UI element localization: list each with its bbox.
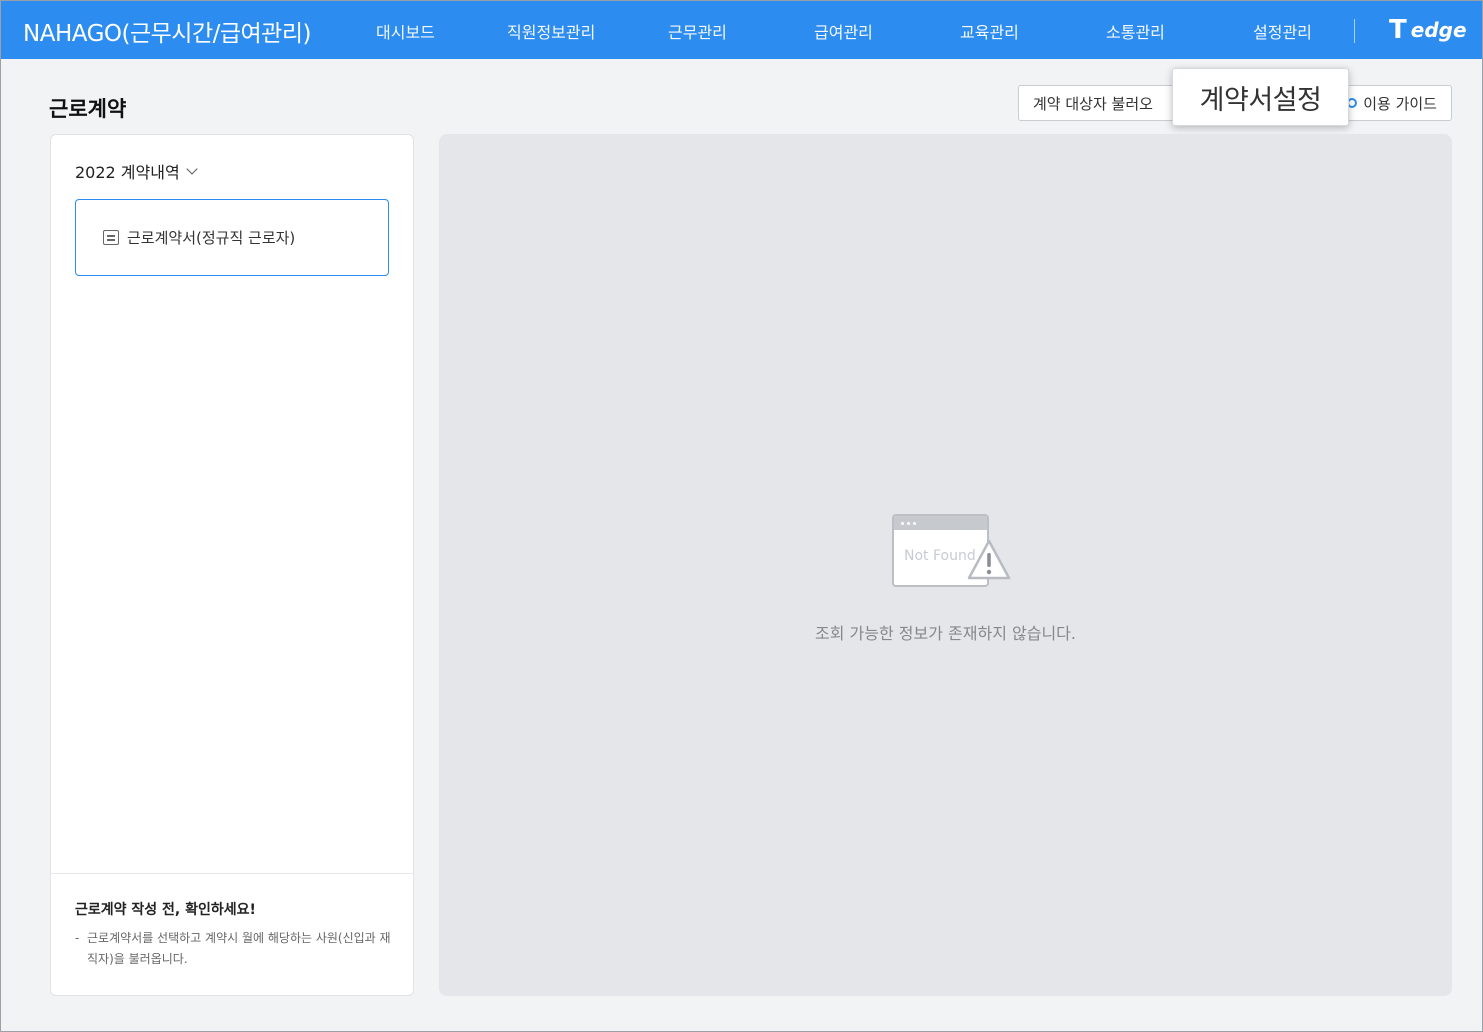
partner-logo[interactable]: T edge xyxy=(1389,15,1467,45)
not-found-icon: Not Found xyxy=(892,514,1012,589)
contract-settings-popup[interactable]: 계약서설정 xyxy=(1172,68,1349,126)
divider xyxy=(51,873,413,874)
nav-dashboard[interactable]: 대시보드 xyxy=(376,19,435,43)
year-select[interactable]: 2022 계약내역 xyxy=(75,159,198,183)
year-select-label: 2022 계약내역 xyxy=(75,163,180,182)
partner-logo-text: edge xyxy=(1410,18,1467,42)
contract-item-label: 근로계약서(정규직 근로자) xyxy=(127,229,296,247)
tip-body-text: 근로계약서를 선택하고 계약시 월에 해당하는 사원(신입과 재직자)을 불러옵… xyxy=(87,931,391,966)
nav-education[interactable]: 교육관리 xyxy=(960,19,1019,43)
document-icon xyxy=(103,230,119,245)
t-logo-icon: T xyxy=(1389,15,1407,45)
not-found-label: Not Found xyxy=(904,548,976,564)
contract-detail-panel: Not Found 조회 가능한 정보가 존재하지 않습니다. xyxy=(439,134,1452,996)
user-guide-label: 이용 가이드 xyxy=(1363,94,1437,113)
nav-settings[interactable]: 설정관리 xyxy=(1253,19,1312,43)
load-contract-targets-button[interactable]: 계약 대상자 불러오 xyxy=(1018,85,1188,121)
contract-list-panel: 2022 계약내역 근로계약서(정규직 근로자) 근로계약 작성 전, 확인하세… xyxy=(50,134,414,996)
nav-payroll[interactable]: 급여관리 xyxy=(814,19,873,43)
nav-communication[interactable]: 소통관리 xyxy=(1106,19,1165,43)
tip-dash: - xyxy=(75,931,80,945)
nav-divider xyxy=(1354,19,1355,43)
top-nav-bar: NAHAGO(근무시간/급여관리) 대시보드 직원정보관리 근무관리 급여관리 … xyxy=(1,1,1482,59)
tip-body: - 근로계약서를 선택하고 계약시 월에 해당하는 사원(신입과 재직자)을 불… xyxy=(75,928,395,970)
nav-work-management[interactable]: 근무관리 xyxy=(668,19,727,43)
empty-state-message: 조회 가능한 정보가 존재하지 않습니다. xyxy=(815,624,1076,643)
page-title: 근로계약 xyxy=(49,97,127,121)
app-brand[interactable]: NAHAGO(근무시간/급여관리) xyxy=(23,14,311,48)
tip-title: 근로계약 작성 전, 확인하세요! xyxy=(75,902,256,918)
contract-list-item[interactable]: 근로계약서(정규직 근로자) xyxy=(75,199,389,276)
chevron-down-icon xyxy=(186,163,198,175)
warning-icon xyxy=(967,539,1011,580)
nav-employee-info[interactable]: 직원정보관리 xyxy=(507,19,595,43)
load-contract-targets-label: 계약 대상자 불러오 xyxy=(1033,94,1153,113)
